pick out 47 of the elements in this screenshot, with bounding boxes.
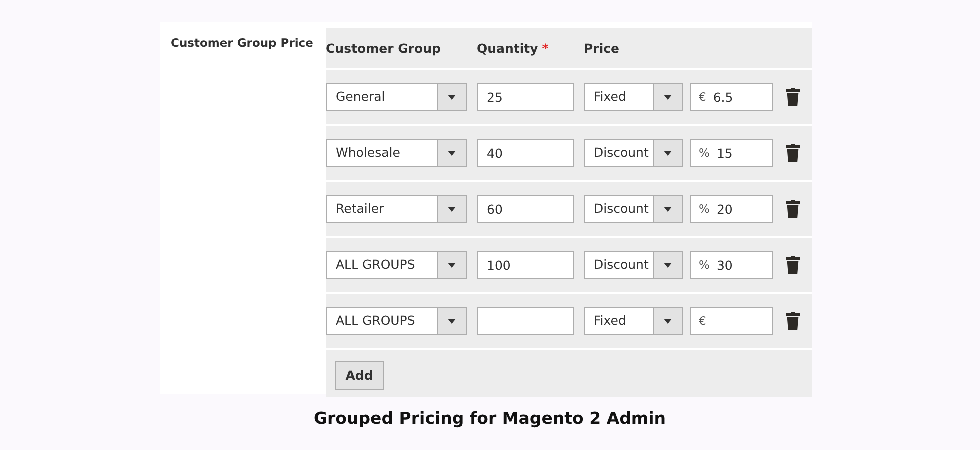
currency-symbol: % [698,258,710,272]
trash-icon[interactable] [786,200,800,218]
price-field[interactable]: % 15 [690,139,773,167]
customer-group-dropdown[interactable]: Retailer [326,195,467,223]
caret-icon [664,206,672,212]
customer-group-dropdown[interactable]: ALL GROUPS [326,251,467,279]
caret-icon [664,150,672,156]
price-field[interactable]: € 6.5 [690,83,773,111]
trash-icon[interactable] [786,256,800,274]
column-header: Price [584,40,620,56]
trash-icon[interactable] [786,312,800,330]
caret-icon [448,94,456,100]
price-type-dropdown[interactable]: Discount [584,139,683,167]
column-header: Customer Group [326,40,441,56]
quantity-field[interactable]: 25 [477,83,574,111]
price-field[interactable]: € [690,307,773,335]
currency-symbol: € [698,90,706,104]
add-button[interactable]: Add [335,360,384,390]
caret-icon [448,150,456,156]
customer-group-dropdown[interactable]: ALL GROUPS [326,307,467,335]
customer-group-dropdown[interactable]: General [326,83,467,111]
trash-icon[interactable] [786,88,800,106]
required-mark: * [542,40,549,56]
caption: Grouped Pricing for Magento 2 Admin [314,409,666,428]
caret-icon [664,262,672,268]
currency-symbol: % [698,146,710,160]
currency-symbol: % [698,202,710,216]
caret-icon [448,206,456,212]
currency-symbol: € [698,314,706,328]
caret-icon [664,94,672,100]
price-type-dropdown[interactable]: Fixed [584,307,683,335]
caret-icon [448,318,456,324]
caret-icon [448,262,456,268]
price-type-dropdown[interactable]: Fixed [584,83,683,111]
caret-icon [664,318,672,324]
column-header: Quantity [477,40,538,56]
quantity-field[interactable]: 100 [477,251,574,279]
quantity-field[interactable]: 40 [477,139,574,167]
field-label: Customer Group Price [170,35,314,52]
trash-icon[interactable] [786,144,800,162]
price-type-dropdown[interactable]: Discount [584,251,683,279]
quantity-field[interactable] [477,307,574,335]
price-type-dropdown[interactable]: Discount [584,195,683,223]
price-field[interactable]: % 30 [690,251,773,279]
price-field[interactable]: % 20 [690,195,773,223]
quantity-field[interactable]: 60 [477,195,574,223]
customer-group-dropdown[interactable]: Wholesale [326,139,467,167]
